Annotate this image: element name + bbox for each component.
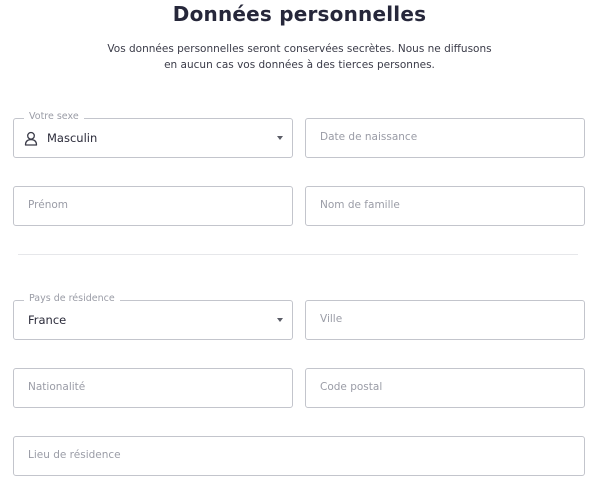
last-name-field[interactable]: Nom de famille bbox=[305, 186, 585, 226]
last-name-placeholder: Nom de famille bbox=[320, 199, 400, 211]
person-icon bbox=[24, 131, 38, 146]
page-title: Données personnelles bbox=[172, 2, 427, 26]
city-field[interactable]: Ville bbox=[305, 300, 585, 340]
chevron-down-icon bbox=[277, 136, 283, 140]
page-subtitle: Vos données personnelles seront conservé… bbox=[90, 41, 509, 73]
country-select-label: Pays de résidence bbox=[24, 293, 120, 304]
country-select-value: France bbox=[28, 313, 67, 327]
subtitle-line-1: Vos données personnelles seront conservé… bbox=[107, 43, 492, 55]
postal-code-field[interactable]: Code postal bbox=[305, 368, 585, 408]
section-divider bbox=[18, 254, 578, 255]
nationality-field[interactable]: Nationalité bbox=[13, 368, 293, 408]
residence-place-placeholder: Lieu de résidence bbox=[28, 449, 121, 461]
subtitle-line-2: en aucun cas vos données à des tierces p… bbox=[164, 59, 435, 71]
postal-code-placeholder: Code postal bbox=[320, 381, 383, 393]
chevron-down-icon bbox=[277, 318, 283, 322]
birthdate-field[interactable]: Date de naissance bbox=[305, 118, 585, 158]
city-placeholder: Ville bbox=[320, 313, 343, 325]
sex-select-value: Masculin bbox=[47, 131, 98, 145]
country-select[interactable]: Pays de résidence France bbox=[13, 293, 293, 340]
first-name-placeholder: Prénom bbox=[28, 199, 69, 211]
sex-select[interactable]: Votre sexe Masculin bbox=[13, 111, 293, 158]
nationality-placeholder: Nationalité bbox=[28, 381, 86, 393]
first-name-field[interactable]: Prénom bbox=[13, 186, 293, 226]
birthdate-placeholder: Date de naissance bbox=[320, 131, 418, 143]
residence-place-field[interactable]: Lieu de résidence bbox=[13, 436, 585, 476]
sex-select-label: Votre sexe bbox=[24, 111, 84, 122]
